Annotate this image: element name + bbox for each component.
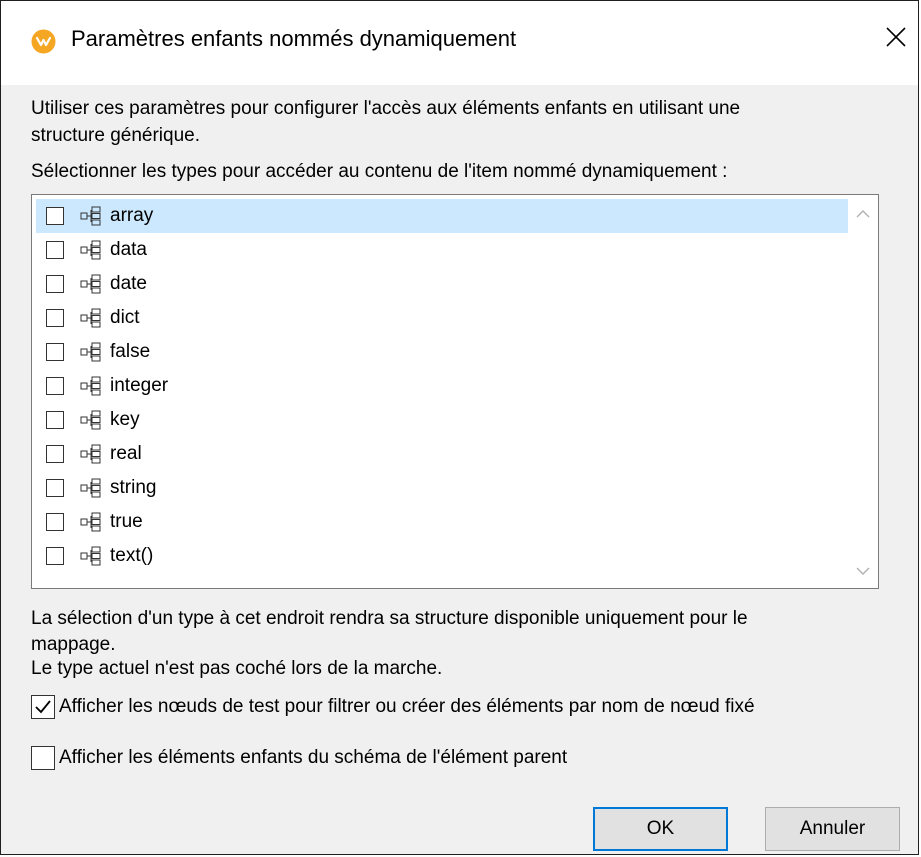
- list-item[interactable]: array: [36, 199, 878, 233]
- type-label: dict: [110, 307, 140, 328]
- type-label: integer: [110, 375, 169, 396]
- type-checkbox[interactable]: [46, 241, 64, 259]
- type-checkbox[interactable]: [46, 309, 64, 327]
- list-item[interactable]: string: [36, 471, 878, 505]
- show-schema-children-option[interactable]: Afficher les éléments enfants du schéma …: [31, 746, 567, 770]
- type-label: key: [110, 409, 140, 430]
- close-button[interactable]: [874, 9, 918, 65]
- list-item[interactable]: true: [36, 505, 878, 539]
- window-title: Paramètres enfants nommés dynamiquement: [71, 26, 517, 51]
- mapforce-app-icon: [31, 29, 56, 54]
- type-checkbox[interactable]: [46, 377, 64, 395]
- cancel-button[interactable]: Annuler: [765, 807, 900, 851]
- show-test-nodes-label: Afficher les nœuds de test pour filtrer …: [59, 696, 755, 717]
- type-label: real: [110, 443, 142, 464]
- type-label: string: [110, 477, 157, 498]
- intro-line-2: structure générique.: [31, 125, 200, 146]
- type-label: array: [110, 205, 154, 226]
- type-label: data: [110, 239, 147, 260]
- dialog-window: Paramètres enfants nommés dynamiquement …: [0, 0, 919, 855]
- type-label: false: [110, 341, 151, 362]
- type-checkbox[interactable]: [46, 411, 64, 429]
- list-item[interactable]: date: [36, 267, 878, 301]
- select-types-label: Sélectionner les types pour accéder au c…: [31, 161, 728, 182]
- tree-node-icon: [80, 240, 101, 260]
- type-checkbox[interactable]: [46, 343, 64, 361]
- tree-node-icon: [80, 410, 101, 430]
- show-schema-children-checkbox[interactable]: [31, 746, 55, 770]
- tree-node-icon: [80, 342, 101, 362]
- type-checkbox[interactable]: [46, 207, 64, 225]
- chevron-up-icon: [856, 210, 870, 218]
- list-item[interactable]: integer: [36, 369, 878, 403]
- type-checkbox[interactable]: [46, 479, 64, 497]
- type-label: text(): [110, 545, 154, 566]
- tree-node-icon: [80, 274, 101, 294]
- tree-node-icon: [80, 444, 101, 464]
- chevron-down-icon: [856, 567, 870, 575]
- list-item[interactable]: false: [36, 335, 878, 369]
- types-list[interactable]: array data date dict false integer key real stri…: [31, 194, 879, 589]
- tree-node-icon: [80, 546, 101, 566]
- types-list-items: array data date dict false integer key real stri…: [36, 199, 878, 573]
- type-checkbox[interactable]: [46, 275, 64, 293]
- note-line-2: mappage.: [31, 634, 116, 655]
- list-item[interactable]: dict: [36, 301, 878, 335]
- show-test-nodes-checkbox[interactable]: [31, 695, 55, 719]
- list-item[interactable]: data: [36, 233, 878, 267]
- type-checkbox[interactable]: [46, 445, 64, 463]
- note-line-3: Le type actuel n'est pas coché lors de l…: [31, 658, 443, 679]
- type-checkbox[interactable]: [46, 513, 64, 531]
- title-bar: Paramètres enfants nommés dynamiquement: [1, 1, 918, 85]
- scroll-down-button[interactable]: [848, 556, 878, 586]
- list-item[interactable]: key: [36, 403, 878, 437]
- scroll-up-button[interactable]: [848, 199, 878, 229]
- list-item[interactable]: text(): [36, 539, 878, 573]
- tree-node-icon: [80, 206, 101, 226]
- type-label: date: [110, 273, 147, 294]
- tree-node-icon: [80, 512, 101, 532]
- note-line-1: La sélection d'un type à cet endroit ren…: [31, 608, 748, 629]
- intro-line-1: Utiliser ces paramètres pour configurer …: [31, 98, 741, 119]
- vertical-scrollbar[interactable]: [848, 195, 878, 588]
- show-schema-children-label: Afficher les éléments enfants du schéma …: [59, 747, 568, 768]
- tree-node-icon: [80, 478, 101, 498]
- tree-node-icon: [80, 376, 101, 396]
- type-label: true: [110, 511, 143, 532]
- show-test-nodes-option[interactable]: Afficher les nœuds de test pour filtrer …: [31, 695, 755, 719]
- type-checkbox[interactable]: [46, 547, 64, 565]
- tree-node-icon: [80, 308, 101, 328]
- list-item[interactable]: real: [36, 437, 878, 471]
- ok-button[interactable]: OK: [593, 807, 728, 851]
- checkmark-icon: [35, 700, 51, 714]
- close-icon: [886, 27, 906, 47]
